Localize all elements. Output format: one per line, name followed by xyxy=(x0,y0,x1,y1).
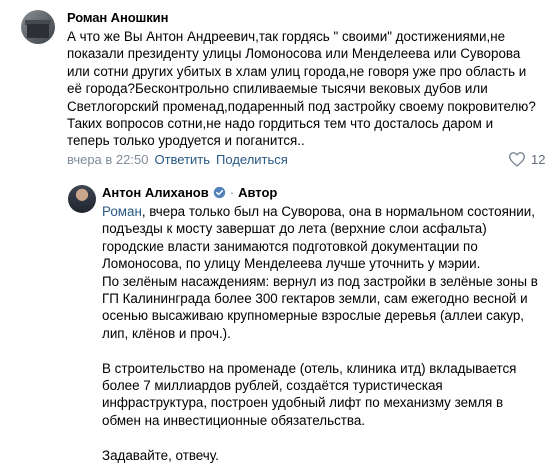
reply-author[interactable]: Антон Алиханов xyxy=(102,185,209,200)
author-badge: Автор xyxy=(238,185,278,200)
comment-meta: вчера в 22:50 Ответить Поделиться xyxy=(67,152,288,167)
heart-icon xyxy=(508,152,525,167)
separator-dot: · xyxy=(229,185,235,200)
reply-paragraph-2: По зелёным насаждениям: вернул из под за… xyxy=(102,273,538,341)
reply-paragraph-1: Роман, вчера только был на Суворова, она… xyxy=(102,203,542,273)
reply-paragraph-1-text: , вчера только был на Суворова, она в но… xyxy=(102,204,535,272)
reply-button[interactable]: Ответить xyxy=(154,152,210,167)
avatar[interactable] xyxy=(21,10,55,44)
reply-paragraph-4: Задавайте, отвечу. xyxy=(102,447,219,463)
like-count: 12 xyxy=(531,151,546,167)
reply-header: Антон Алиханов · Автор xyxy=(102,185,277,200)
like-button[interactable]: 12 xyxy=(508,151,545,167)
reply-paragraph-3: В строительство на променаде (отель, кли… xyxy=(102,360,517,428)
comment-author[interactable]: Роман Аношкин xyxy=(67,10,168,25)
share-button[interactable]: Поделиться xyxy=(216,152,288,167)
avatar-building xyxy=(27,24,49,38)
avatar[interactable] xyxy=(68,185,96,213)
comment-time[interactable]: вчера в 22:50 xyxy=(67,152,148,167)
verified-icon xyxy=(213,186,225,199)
mention-link[interactable]: Роман xyxy=(102,204,142,219)
comment-text: А что же Вы Антон Андреевич,так гордясь … xyxy=(67,29,536,149)
reply-text: Роман, вчера только был на Суворова, она… xyxy=(102,203,542,464)
